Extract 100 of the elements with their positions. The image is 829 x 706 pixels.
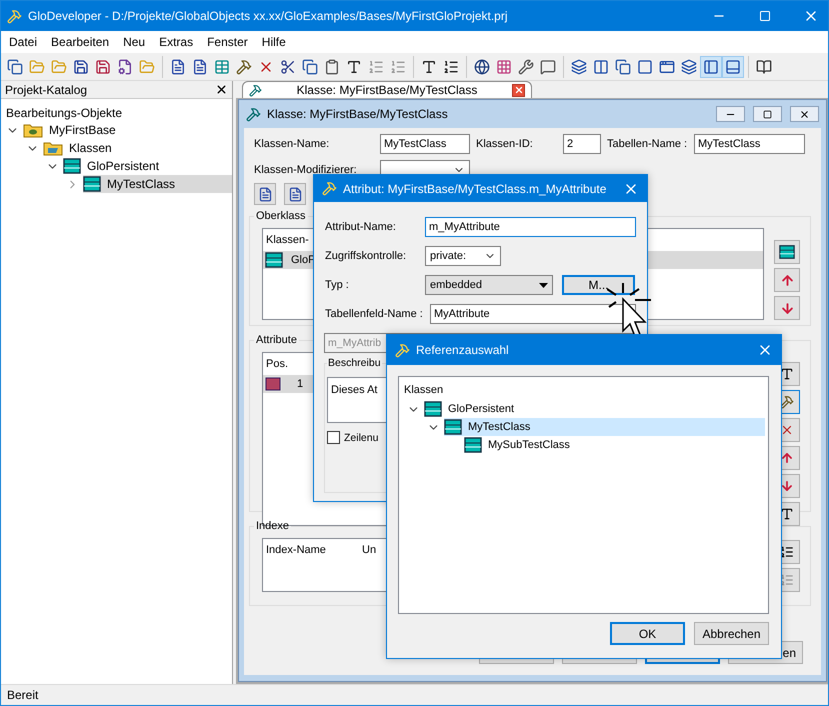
speech-bubble-icon xyxy=(540,58,556,74)
letter-icon xyxy=(780,507,794,521)
column-header: Index-Name xyxy=(266,544,327,556)
ok-button[interactable]: OK xyxy=(610,622,685,645)
copy-icon xyxy=(615,58,631,74)
close-icon xyxy=(799,108,810,120)
field-label: Klassen-Name: xyxy=(254,138,330,150)
hammer-icon xyxy=(236,58,252,74)
field-label: Klassen-ID: xyxy=(476,138,534,150)
input-field[interactable]: MyTestClass xyxy=(380,134,470,154)
letter-icon xyxy=(421,58,437,74)
folder-icon xyxy=(43,140,63,156)
column-header: Un xyxy=(362,544,376,556)
window-title: Klasse: MyFirstBase/MyTestClass xyxy=(267,107,449,121)
file-gear-icon xyxy=(117,58,133,74)
toolbar-button[interactable] xyxy=(254,183,276,205)
menu-item[interactable]: Fenster xyxy=(201,35,256,49)
menu-item[interactable]: Neu xyxy=(117,35,154,49)
tree-item[interactable]: Klassen xyxy=(43,139,232,157)
column-header: Klassen- xyxy=(266,234,309,246)
folder-icon xyxy=(139,58,155,74)
hammer-icon xyxy=(322,181,337,196)
class-icon xyxy=(265,252,283,268)
grid-icon xyxy=(496,58,512,74)
tree-item[interactable]: MyTestClass xyxy=(444,418,765,436)
tree-header: Klassen xyxy=(404,384,444,396)
panel-bottom-icon xyxy=(725,58,741,74)
tree-item[interactable]: MyFirstBase xyxy=(23,121,232,139)
panel-title: Projekt-Katalog xyxy=(5,82,88,96)
list-icon xyxy=(368,58,384,74)
close-button[interactable] xyxy=(790,106,819,122)
document-icon xyxy=(170,58,186,74)
list-icon xyxy=(443,58,459,74)
copy-icon xyxy=(302,58,318,74)
copy-icon xyxy=(7,58,23,74)
checkbox-label: Zeilenu xyxy=(344,432,378,444)
tree-item[interactable]: MyTestClass xyxy=(83,175,232,193)
tree-item[interactable]: MySubTestClass xyxy=(464,436,765,454)
layers-icon xyxy=(681,58,697,74)
dropdown[interactable]: private: xyxy=(425,246,501,266)
group-label: Attribute xyxy=(255,334,298,346)
more-button[interactable]: M... xyxy=(562,275,635,295)
maximize-button[interactable] xyxy=(753,106,782,122)
field-label: Attribut-Name: xyxy=(325,221,397,233)
close-icon[interactable] xyxy=(215,83,228,96)
field-label: Tabellen-Name : xyxy=(607,138,688,150)
menu-item[interactable]: Datei xyxy=(3,35,46,49)
letter-icon xyxy=(346,58,362,74)
letter-icon xyxy=(780,367,794,381)
tree-item[interactable]: GloPersistent xyxy=(63,157,232,175)
cancel-button[interactable]: Abbrechen xyxy=(694,622,769,645)
document-tab[interactable]: Klasse: MyFirstBase/MyTestClass xyxy=(242,81,532,98)
field-label: Typ : xyxy=(325,279,350,291)
checkbox[interactable] xyxy=(327,431,340,444)
tree-item[interactable]: GloPersistent xyxy=(424,400,765,418)
toolbar-button[interactable] xyxy=(284,183,306,205)
class-icon xyxy=(63,158,81,174)
document-icon xyxy=(192,58,208,74)
tool-button[interactable] xyxy=(774,240,800,264)
list-icon xyxy=(390,58,406,74)
column-header: Pos. xyxy=(266,358,288,370)
hammer-icon xyxy=(395,342,410,358)
hammer-icon xyxy=(7,8,22,24)
wrench-icon xyxy=(518,58,534,74)
save-icon xyxy=(73,58,89,74)
status-text: Bereit xyxy=(7,688,38,702)
book-icon xyxy=(756,58,772,74)
arrow-down-icon xyxy=(780,300,794,316)
document-icon xyxy=(258,186,272,202)
toolbar-button[interactable] xyxy=(722,56,744,78)
maximize-icon xyxy=(759,10,771,22)
input-field[interactable]: m_MyAttribute xyxy=(425,217,636,237)
window-icon xyxy=(637,58,653,74)
clipboard-icon xyxy=(324,58,340,74)
maximize-icon xyxy=(763,110,772,118)
window-title: GloDeveloper - D:/Projekte/GlobalObjects xx.xx/GloExamples/Bases/MyFirstGloProjekt.prj xyxy=(28,9,508,23)
group-label: Indexe xyxy=(255,520,290,532)
class-icon xyxy=(779,244,795,260)
layers-icon xyxy=(571,58,587,74)
scissors-icon xyxy=(280,58,296,74)
field-label: Zugriffskontrolle: xyxy=(325,250,408,262)
menu-item[interactable]: Bearbeiten xyxy=(45,35,118,49)
folder-icon xyxy=(51,58,67,74)
menu-item[interactable]: Hilfe xyxy=(256,35,294,49)
database-folder-icon xyxy=(23,122,43,138)
class-icon xyxy=(464,437,482,453)
document-icon xyxy=(288,186,302,202)
group-label: Beschreibu xyxy=(327,357,382,369)
hammer-icon xyxy=(246,106,261,122)
close-icon[interactable] xyxy=(512,84,525,96)
toolbar-button[interactable] xyxy=(700,56,722,78)
hammer-icon xyxy=(780,395,794,409)
class-icon xyxy=(83,176,101,192)
input-field[interactable]: MyAttribute xyxy=(430,304,636,324)
panel-left-icon xyxy=(703,58,719,74)
input-field[interactable]: MyTestClass xyxy=(694,134,805,154)
dropdown[interactable]: embedded xyxy=(425,275,553,295)
input-field[interactable]: 2 xyxy=(563,134,601,154)
field-label: Klassen-Modifizierer: xyxy=(254,164,358,176)
menu-item[interactable]: Extras xyxy=(153,35,202,49)
